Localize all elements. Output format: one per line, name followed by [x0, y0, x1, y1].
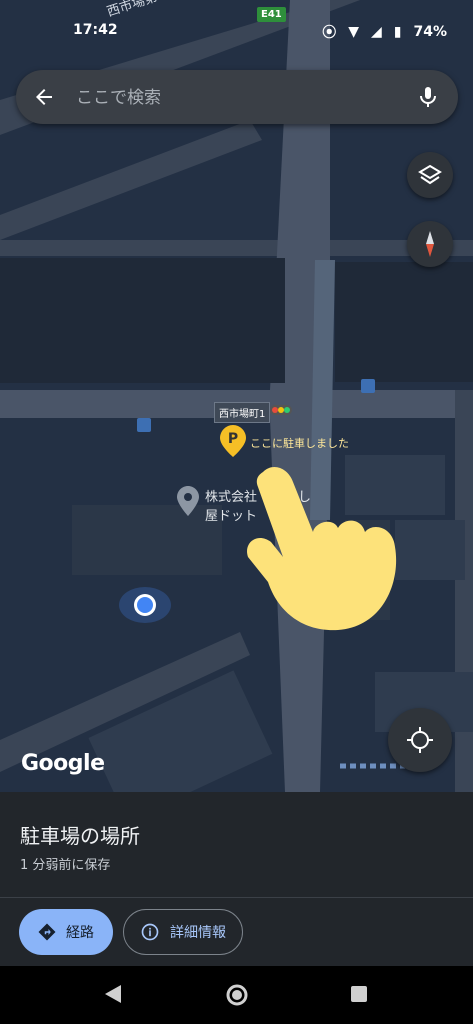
- my-location-dot: [119, 587, 171, 623]
- details-button[interactable]: 詳細情報: [123, 909, 243, 955]
- layers-icon: [418, 164, 442, 185]
- home-nav-icon[interactable]: [226, 984, 248, 1006]
- info-icon: [141, 923, 159, 941]
- parking-pin-icon[interactable]: P: [220, 425, 246, 457]
- directions-icon: [38, 923, 56, 941]
- google-logo: Google: [21, 751, 105, 776]
- my-location-button[interactable]: [388, 708, 452, 772]
- layers-button[interactable]: [407, 152, 453, 198]
- parking-label: ここに駐車しました: [250, 437, 349, 450]
- back-nav-icon[interactable]: [103, 983, 123, 1005]
- tap-hand-icon: [247, 467, 397, 631]
- back-arrow-icon[interactable]: [32, 85, 56, 109]
- recents-nav-icon[interactable]: [350, 985, 368, 1003]
- route-label: 経路: [66, 925, 94, 941]
- search-input[interactable]: [74, 84, 408, 112]
- sheet-subtitle: 1 分弱前に保存: [20, 858, 111, 873]
- crosshair-icon: [407, 727, 433, 753]
- location-icon: ⦿: [322, 25, 337, 41]
- bottom-sheet[interactable]: 駐車場の場所 1 分弱前に保存 経路 詳細情報: [0, 792, 473, 966]
- route-button[interactable]: 経路: [19, 909, 113, 955]
- search-bar[interactable]: [16, 70, 458, 124]
- sheet-title: 駐車場の場所: [20, 824, 140, 848]
- compass-button[interactable]: [407, 221, 453, 267]
- battery-icon: ▮: [393, 24, 402, 40]
- compass-icon: [426, 231, 434, 257]
- station-label: 西市場町1: [214, 402, 271, 423]
- system-nav-bar: [0, 966, 473, 1024]
- signal-icon: ◢: [370, 24, 382, 40]
- traffic-light-icon: [270, 405, 292, 415]
- svg-text:P: P: [228, 431, 238, 447]
- wifi-icon: ▼: [348, 24, 359, 40]
- status-icons: ⦿ ▼ ◢ ▮ 74%: [322, 22, 447, 42]
- mic-icon[interactable]: [416, 84, 440, 110]
- battery-percent: 74%: [413, 24, 447, 40]
- details-label: 詳細情報: [170, 925, 226, 941]
- road-badge: E41: [257, 7, 286, 22]
- poi-pin-icon[interactable]: [177, 486, 199, 516]
- status-time: 17:42: [73, 22, 118, 38]
- divider: [0, 897, 473, 898]
- status-bar: 17:42 ⦿ ▼ ◢ ▮ 74%: [0, 0, 473, 62]
